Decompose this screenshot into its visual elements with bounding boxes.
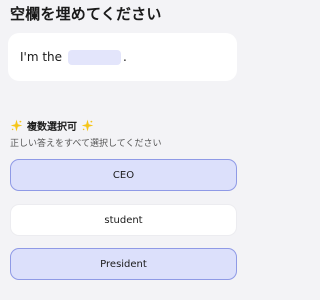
option-label: student xyxy=(104,214,143,226)
option-student[interactable]: student xyxy=(10,204,237,236)
answer-blank[interactable] xyxy=(68,49,122,65)
sentence-before: I'm the xyxy=(20,50,63,64)
instruction-text: 正しい答えをすべて選択してください xyxy=(10,139,162,149)
sparkle-icon xyxy=(10,119,23,132)
option-president[interactable]: President xyxy=(10,248,237,280)
option-ceo[interactable]: CEO xyxy=(10,159,237,191)
page-title: 空欄を埋めてください xyxy=(10,5,162,23)
sentence-card: I'm the . xyxy=(8,33,237,81)
multi-select-heading: 複数選択可 xyxy=(10,118,94,133)
sparkle-icon xyxy=(81,119,94,132)
multi-select-label: 複数選択可 xyxy=(27,122,77,133)
option-label: President xyxy=(100,258,147,270)
sentence-after: . xyxy=(123,50,127,64)
quiz-screen: 空欄を埋めてください I'm the . 複数選択可 正しい答えをすべて選択して… xyxy=(0,0,247,300)
option-label: CEO xyxy=(112,169,135,181)
